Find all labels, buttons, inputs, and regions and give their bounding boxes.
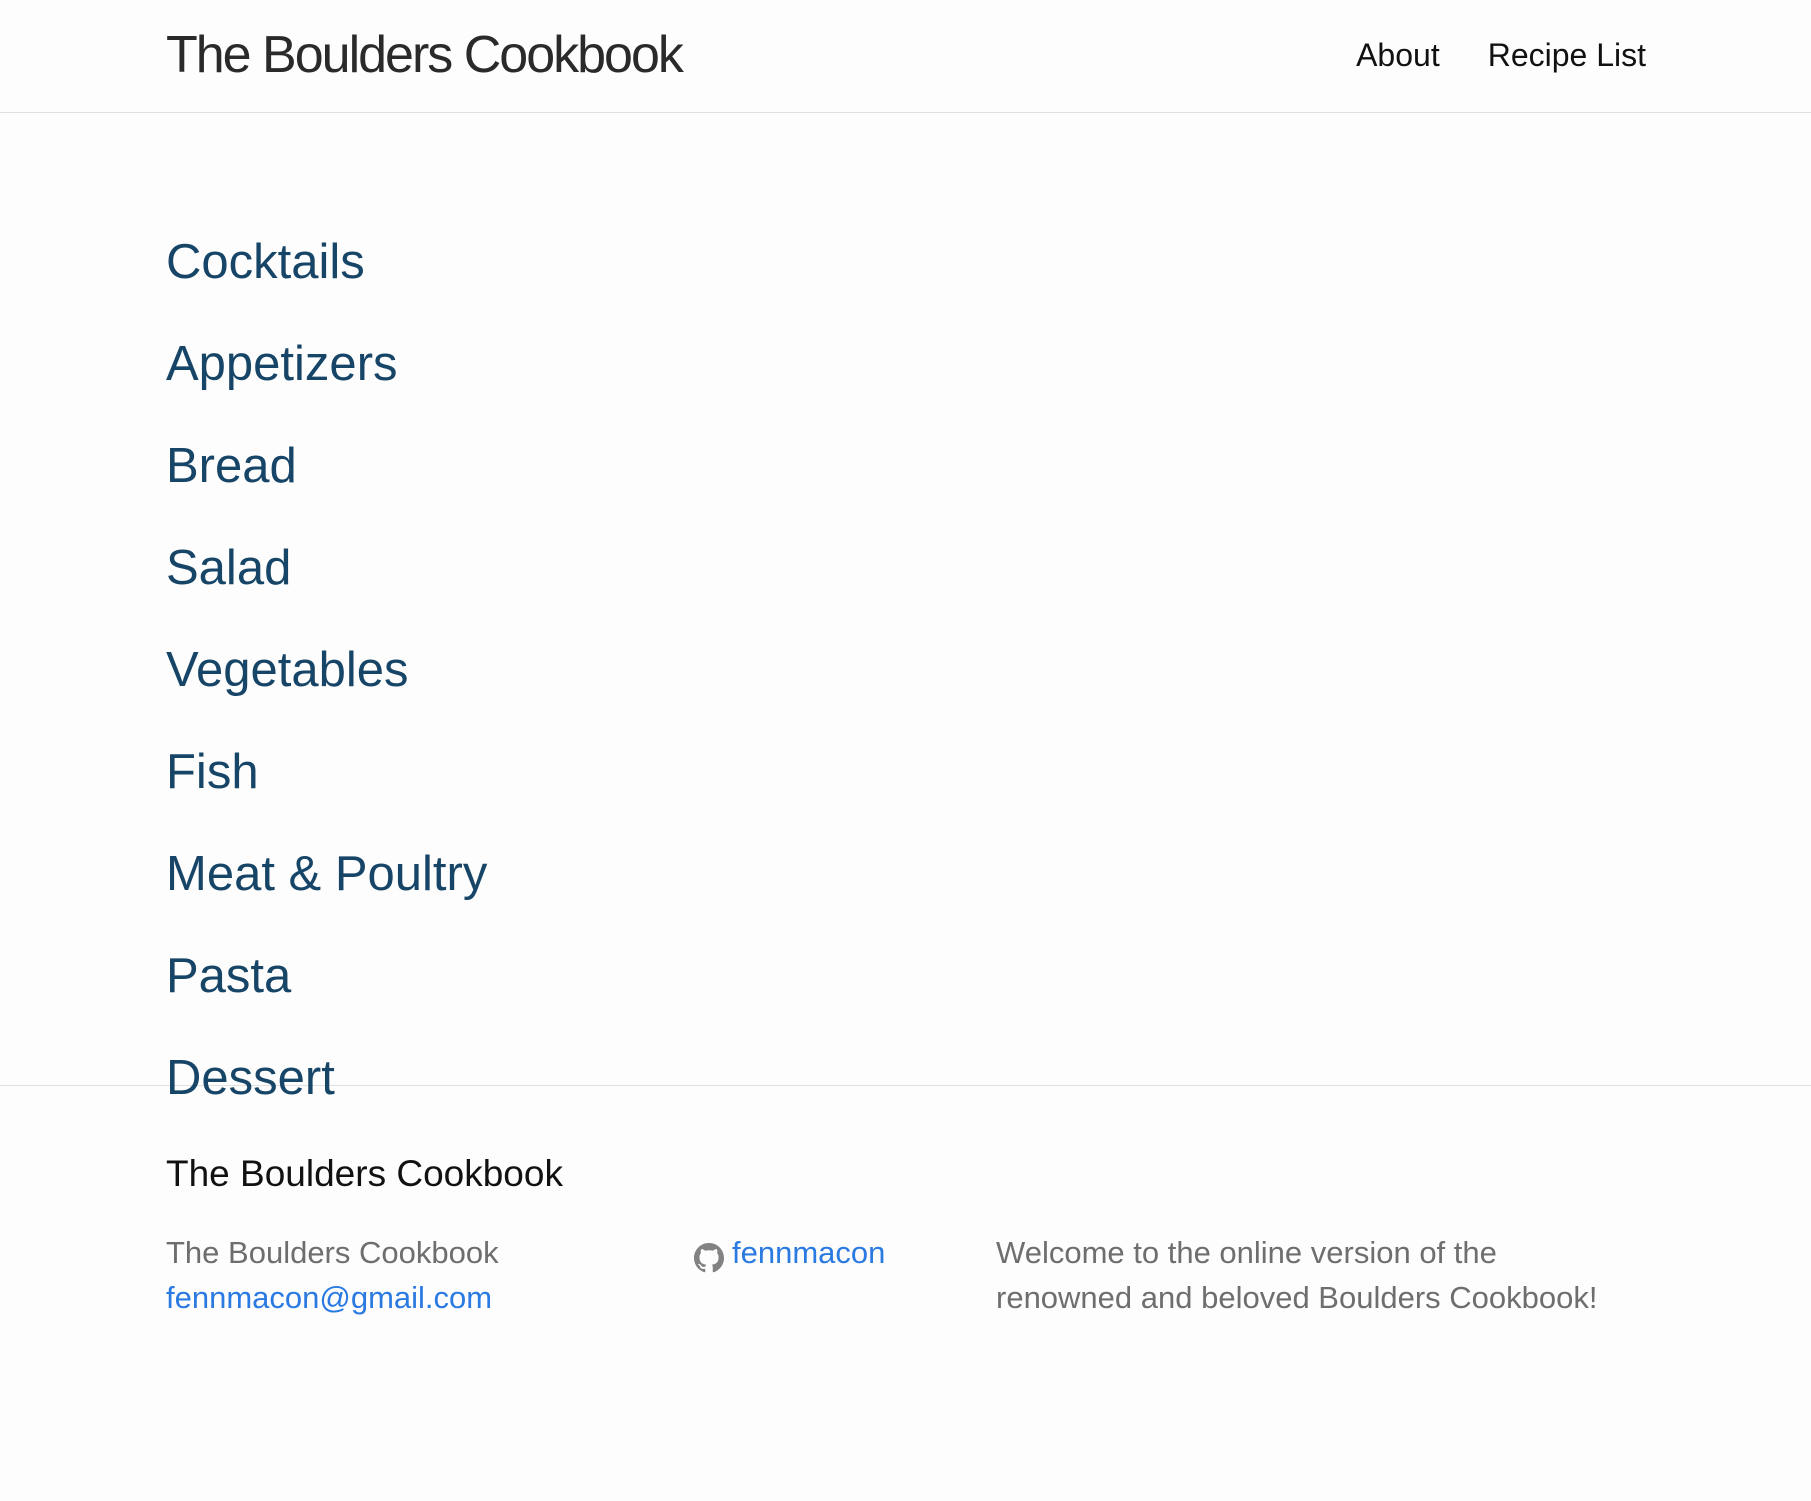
category-link-meat-poultry[interactable]: Meat & Poultry [166,847,487,901]
category-item: Salad [166,517,1811,619]
category-item: Pasta [166,925,1811,1027]
site-nav: About Recipe List [1356,34,1646,76]
footer-email-link[interactable]: fennmacon@gmail.com [166,1275,499,1320]
category-link-cocktails[interactable]: Cocktails [166,235,365,289]
nav-link-recipe-list[interactable]: Recipe List [1488,34,1646,76]
category-link-vegetables[interactable]: Vegetables [166,643,409,697]
footer-description: Welcome to the online version of the ren… [996,1230,1636,1320]
github-link[interactable]: fennmacon [694,1230,885,1275]
github-username: fennmacon [732,1235,886,1270]
category-link-fish[interactable]: Fish [166,745,259,799]
category-link-bread[interactable]: Bread [166,439,297,493]
site-header: The Boulders Cookbook About Recipe List [0,0,1811,113]
category-item: Vegetables [166,619,1811,721]
category-item: Bread [166,415,1811,517]
category-link-pasta[interactable]: Pasta [166,949,291,1003]
category-item: Cocktails [166,211,1811,313]
category-list: Cocktails Appetizers Bread Salad Vegetab… [0,211,1811,1129]
nav-link-about[interactable]: About [1356,34,1440,76]
footer-description-text: Welcome to the online version of the ren… [996,1235,1598,1315]
site-title-link[interactable]: The Boulders Cookbook [166,22,684,88]
footer-social: fennmacon [694,1230,885,1275]
category-item: Meat & Poultry [166,823,1811,925]
footer-heading: The Boulders Cookbook [166,1153,563,1194]
footer-site-name: The Boulders Cookbook [166,1235,499,1270]
footer-contact: The Boulders Cookbook fennmacon@gmail.co… [166,1230,499,1320]
category-link-appetizers[interactable]: Appetizers [166,337,398,391]
category-link-salad[interactable]: Salad [166,541,291,595]
site-footer: The Boulders Cookbook The Boulders Cookb… [0,1086,1811,1501]
main-content: Cocktails Appetizers Bread Salad Vegetab… [0,113,1811,1105]
github-icon [694,1240,724,1272]
category-item: Appetizers [166,313,1811,415]
category-item: Fish [166,721,1811,823]
